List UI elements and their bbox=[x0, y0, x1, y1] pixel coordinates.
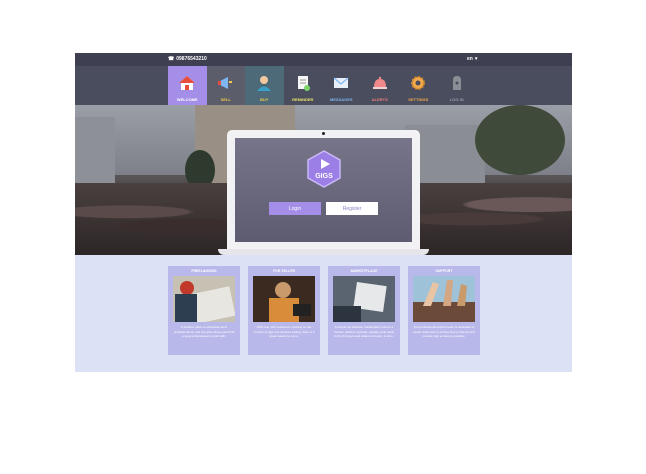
chevron-down-icon: ▾ bbox=[474, 56, 478, 62]
nav-item-login[interactable]: LOG IN bbox=[438, 66, 477, 105]
reminder-icon bbox=[294, 74, 312, 92]
bell-icon bbox=[371, 74, 389, 92]
card-image bbox=[253, 276, 315, 322]
nav-item-settings[interactable]: SETTINGS bbox=[399, 66, 438, 105]
nav-label: BUY bbox=[260, 97, 269, 102]
card-image bbox=[173, 276, 235, 322]
card-image bbox=[413, 276, 475, 322]
gigs-logo: GIGS bbox=[306, 150, 342, 188]
hexagon-logo-icon bbox=[307, 150, 341, 188]
nav-label: SETTINGS bbox=[408, 97, 429, 102]
nav-item-welcome[interactable]: WELCOME bbox=[168, 66, 207, 105]
register-button[interactable]: Register bbox=[326, 202, 378, 215]
main-nav: WELCOME SELL BUY REMINDER MESSAGES ALERT… bbox=[75, 66, 572, 105]
nav-label: ALERTS bbox=[371, 97, 388, 102]
buyer-icon bbox=[255, 74, 273, 92]
nav-item-buy[interactable]: BUY bbox=[245, 66, 284, 105]
gear-icon bbox=[409, 74, 427, 92]
nav-item-messages[interactable]: MESSAGES bbox=[322, 66, 361, 105]
phone-icon: ☎ bbox=[168, 56, 175, 62]
nav-item-alerts[interactable]: ALERTS bbox=[361, 66, 400, 105]
laptop-screen: GIGS Login Register bbox=[235, 138, 412, 242]
nav-item-sell[interactable]: SELL bbox=[206, 66, 245, 105]
nav-label: WELCOME bbox=[176, 97, 198, 102]
login-icon bbox=[448, 74, 466, 92]
envelope-icon bbox=[332, 74, 350, 92]
feature-card-for-seller[interactable]: FOR SELLER With over 100 freelancers wor… bbox=[248, 266, 320, 355]
card-title: FOR SELLER bbox=[272, 269, 296, 273]
laptop-camera bbox=[322, 132, 325, 135]
card-text: A simple but effective marketplace built… bbox=[333, 325, 395, 338]
feature-card-support[interactable]: SUPPORT Our professional support team is… bbox=[408, 266, 480, 355]
phone-contact[interactable]: ☎ 09876543210 bbox=[168, 56, 207, 62]
language-value: en bbox=[467, 56, 473, 62]
nav-item-reminder[interactable]: REMINDER bbox=[284, 66, 323, 105]
feature-card-marketplace[interactable]: MARKETPLACE A simple but effective marke… bbox=[328, 266, 400, 355]
top-bar: ☎ 09876543210 en ▾ bbox=[75, 53, 572, 66]
nav-label: MESSAGES bbox=[329, 97, 353, 102]
hero-building bbox=[75, 117, 115, 187]
card-title: MARKETPLACE bbox=[350, 269, 378, 273]
laptop-mockup: GIGS Login Register bbox=[227, 130, 420, 250]
nav-label: LOG IN bbox=[449, 97, 464, 102]
logo-text: GIGS bbox=[315, 173, 333, 180]
card-title: SUPPORT bbox=[435, 269, 453, 273]
card-text: With over 100 freelancers working on the… bbox=[253, 325, 315, 338]
nav-label: REMINDER bbox=[292, 97, 314, 102]
card-image bbox=[333, 276, 395, 322]
feature-card-freelancing[interactable]: FREELANCING A creative place to showcase… bbox=[168, 266, 240, 355]
phone-number: 09876543210 bbox=[176, 56, 207, 62]
app-window: ☎ 09876543210 en ▾ WELCOME SELL BUY REMI… bbox=[75, 53, 572, 372]
feature-cards: FREELANCING A creative place to showcase… bbox=[168, 266, 480, 355]
home-icon bbox=[178, 74, 196, 92]
login-button[interactable]: Login bbox=[269, 202, 321, 215]
card-text: A creative place to showcase all of prof… bbox=[173, 325, 235, 338]
nav-label: SELL bbox=[220, 97, 231, 102]
language-selector[interactable]: en ▾ bbox=[467, 56, 477, 62]
hero-tree bbox=[475, 105, 565, 175]
laptop-base bbox=[218, 249, 429, 255]
card-title: FREELANCING bbox=[191, 269, 217, 273]
card-text: Our professional support team is dedicat… bbox=[413, 325, 475, 338]
megaphone-icon bbox=[217, 74, 235, 92]
